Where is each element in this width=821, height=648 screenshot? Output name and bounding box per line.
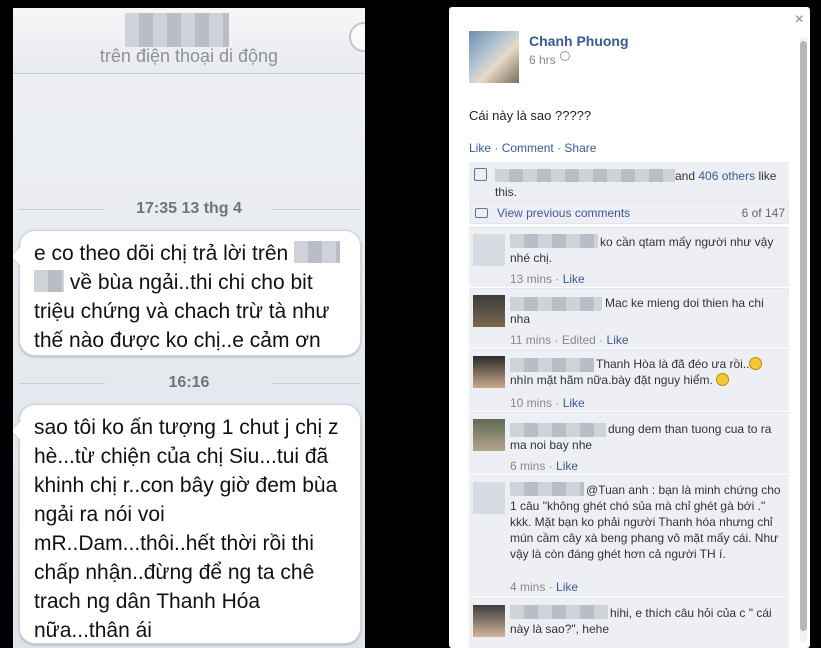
scrollbar-thumb[interactable] — [800, 41, 807, 631]
blurred-text — [34, 270, 64, 292]
comment-count: 6 of 147 — [741, 206, 785, 220]
avatar[interactable] — [473, 356, 505, 388]
comment-like-link[interactable]: Like — [563, 396, 585, 410]
comment-meta: 4 mins · Like — [510, 580, 579, 594]
comment-like-link[interactable]: Like — [563, 272, 585, 286]
message-text: e co theo dõi chị trả lời trên — [34, 242, 289, 265]
comment-text-part: nhìn mặt hãm nữa.bày đặt nguy hiểm. — [510, 373, 713, 387]
message-text: sao tôi ko ấn tượng 1 chut j chị z hè...… — [34, 416, 339, 642]
comment-time[interactable]: 11 mins — [510, 333, 551, 347]
comment-meta: 6 mins · Like — [510, 459, 579, 473]
comment-item: hihi, e thích câu hỏi của c " cái này là… — [469, 598, 789, 648]
comment-text: Mac ke mieng doi thien ha chi nha — [510, 296, 764, 326]
avatar[interactable] — [473, 295, 505, 327]
comment-meta: 10 mins · Like — [510, 396, 585, 410]
comment-text: dung dem than tuong cua to ra ma noi bay… — [510, 422, 772, 452]
comment-edited[interactable]: Edited — [562, 333, 596, 347]
likes-summary: and 406 others like this. — [495, 168, 785, 200]
globe-icon — [560, 51, 570, 61]
previous-comments-row: View previous comments 6 of 147 — [469, 202, 789, 224]
phone-subtitle: trên điện thoại di động — [99, 46, 279, 66]
comment-meta: 11 mins · Edited · Like — [510, 333, 629, 347]
comment-like-link[interactable]: Like — [607, 333, 629, 347]
message-bubble-1: e co theo dõi chị trả lời trên về bùa ng… — [19, 230, 361, 356]
comment-text: @Tuan anh : bạn là minh chứng cho 1 câu … — [510, 483, 781, 561]
share-link[interactable]: Share — [564, 141, 596, 155]
comment-item: @Tuan anh : bạn là minh chứng cho 1 câu … — [469, 475, 789, 597]
feedback-box: and 406 others like this. View previous … — [469, 162, 789, 224]
comment-text: hihi, e thích câu hỏi của c " cái này là… — [510, 606, 772, 636]
comment-meta: 13 mins · Like — [510, 272, 585, 286]
comment-time[interactable]: 13 mins — [510, 272, 552, 286]
likes-row: and 406 others like this. — [469, 162, 789, 202]
smiley-icon — [749, 357, 763, 370]
avatar[interactable] — [469, 31, 519, 83]
poster-name[interactable]: Chanh Phuong — [529, 33, 629, 49]
avatar[interactable] — [473, 482, 505, 514]
avatar[interactable] — [473, 605, 505, 637]
comment-text: Thanh Hòa là đã đéo ưa rồi.. nhìn mặt hã… — [510, 356, 782, 388]
separator: · — [557, 141, 562, 155]
avatar[interactable] — [473, 234, 505, 266]
message-text: về bùa ngải..thi chi cho bit triệu chứng… — [34, 271, 330, 352]
facebook-post-panel: × Chanh Phuong 6 hrs Cái này là sao ????… — [449, 7, 810, 648]
message-timestamp: 17:35 13 thg 4 — [13, 200, 365, 218]
blurred-text — [294, 241, 341, 263]
avatar[interactable] — [473, 419, 505, 451]
comment-bubble-icon — [475, 208, 488, 218]
comment-time[interactable]: 4 mins — [510, 580, 545, 594]
comment-like-link[interactable]: Like — [556, 580, 578, 594]
comment-item: Thanh Hòa là đã đéo ưa rồi.. nhìn mặt hã… — [469, 349, 789, 411]
comment-time[interactable]: 10 mins — [510, 396, 552, 410]
likes-and: and — [675, 169, 696, 183]
comment-time[interactable]: 6 mins — [510, 459, 545, 473]
like-link[interactable]: Like — [469, 141, 491, 155]
message-timestamp: 16:16 — [13, 374, 365, 392]
blurred-contact-name — [125, 13, 229, 47]
comment-item: Mac ke mieng doi thien ha chi nha 11 min… — [469, 288, 789, 348]
comment-text-part: Thanh Hòa là đã đéo ưa rồi.. — [596, 357, 750, 371]
thumbs-up-icon — [474, 168, 487, 181]
post-time[interactable]: 6 hrs — [529, 53, 556, 67]
comment-like-link[interactable]: Like — [556, 459, 578, 473]
separator: · — [494, 141, 499, 155]
message-bubble-2: sao tôi ko ấn tượng 1 chut j chị z hè...… — [19, 404, 361, 644]
smiley-icon — [716, 373, 730, 386]
post-text: Cái này là sao ????? — [469, 108, 592, 123]
comment-link[interactable]: Comment — [502, 141, 554, 155]
phone-screenshot: trên điện thoại di động 17:35 13 thg 4 e… — [13, 8, 365, 648]
comment-item: ko cần qtam mấy người như vậy nhé chị. 1… — [469, 227, 789, 287]
comment-item: dung dem than tuong cua to ra ma noi bay… — [469, 412, 789, 474]
post-actions: Like · Comment · Share — [469, 141, 596, 155]
close-icon[interactable]: × — [795, 11, 804, 29]
likes-others-link[interactable]: 406 others — [698, 169, 755, 183]
phone-header: trên điện thoại di động — [13, 8, 365, 74]
comment-text: ko cần qtam mấy người như vậy nhé chị. — [510, 235, 774, 265]
view-previous-comments-link[interactable]: View previous comments — [497, 206, 630, 220]
